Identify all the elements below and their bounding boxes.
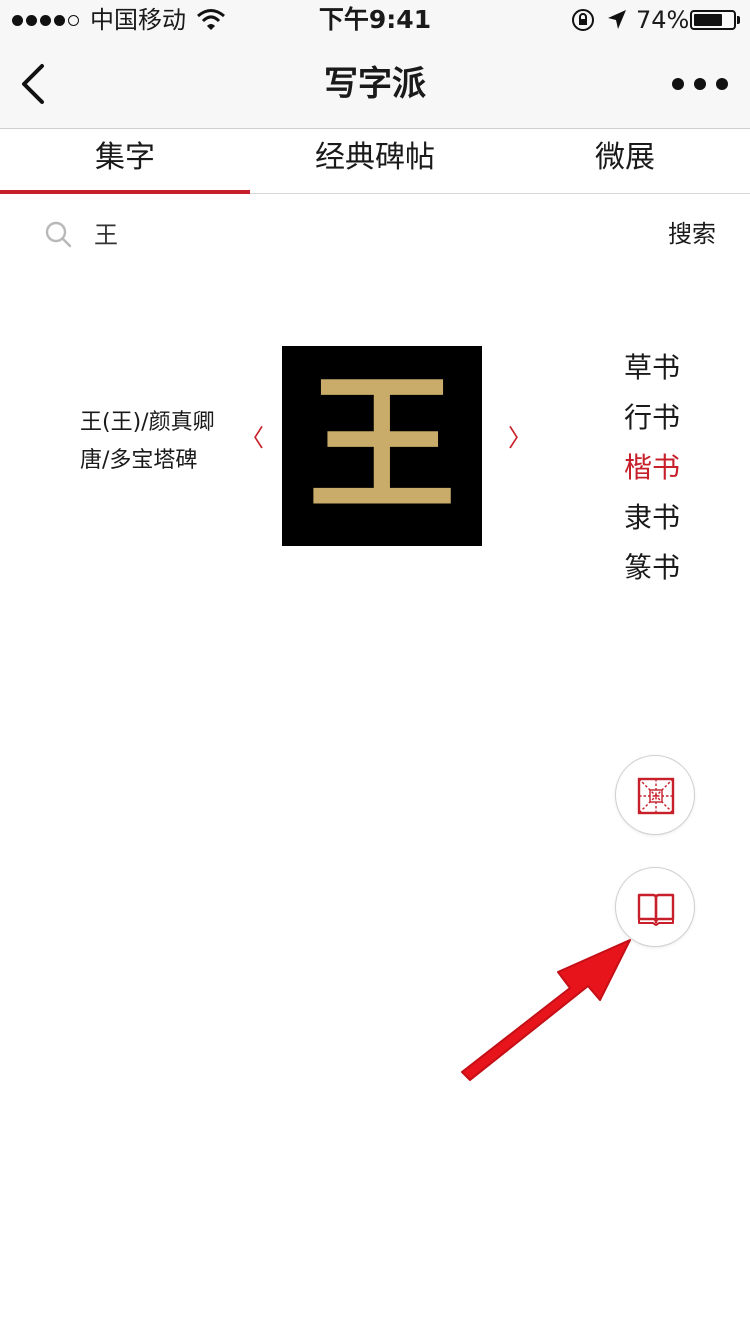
style-cursive[interactable]: 草书 [624,346,680,396]
tab-bar: 集字 经典碑帖 微展 [0,129,750,194]
location-arrow-icon [608,10,626,29]
page-title: 写字派 [324,64,426,104]
style-regular[interactable]: 楷书 [624,446,680,496]
tab-classic-steles[interactable]: 经典碑帖 [250,129,500,193]
search-icon [45,221,72,248]
tab-jizi[interactable]: 集字 [0,129,250,194]
style-running[interactable]: 行书 [624,396,680,446]
battery-percent: 74% [636,6,690,34]
book-icon [637,893,675,926]
style-clerical[interactable]: 隶书 [624,496,680,546]
style-seal[interactable]: 篆书 [624,546,680,596]
battery-level-fill [694,14,722,26]
search-bar: 搜索 [0,194,750,274]
tab-micro-exhibition[interactable]: 微展 [500,129,750,193]
status-bar: 中国移动 下午9:41 74% [0,0,750,40]
previous-character-button[interactable]: 〈 [240,418,264,453]
next-character-button[interactable]: 〉 [508,418,532,453]
search-input[interactable] [94,212,494,252]
search-button[interactable]: 搜索 [668,214,716,254]
book-button[interactable] [615,867,695,947]
orientation-lock-icon [572,9,594,31]
character-author: 王(王)/颜真卿 [80,410,215,435]
script-style-list: 草书 行书 楷书 隶书 篆书 [624,346,680,596]
ellipsis-icon[interactable] [672,70,728,98]
navigation-bar: 写字派 [0,40,750,129]
battery-cap [737,16,740,24]
character-source-info: 王(王)/颜真卿 唐/多宝塔碑 [80,404,215,480]
calligraphy-glyph: 王 [308,357,456,531]
character-dynasty-work: 唐/多宝塔碑 [80,448,198,473]
character-image: 王 [282,346,482,546]
calligraphy-grid-icon [637,777,675,815]
battery-icon [690,10,736,30]
calligraphy-grid-button[interactable] [615,755,695,835]
